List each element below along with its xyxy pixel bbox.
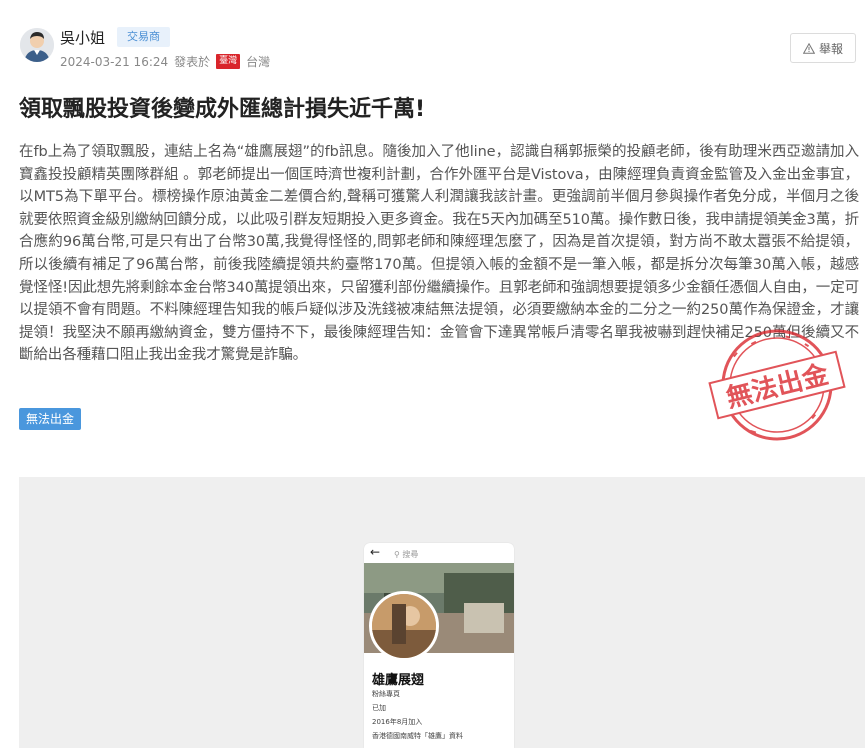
post-meta: 2024-03-21 16:24 發表於 臺灣 台灣 bbox=[60, 53, 270, 70]
profile-picture bbox=[369, 591, 439, 661]
region-flag-icon: 臺灣 bbox=[216, 54, 241, 69]
warning-icon bbox=[802, 42, 815, 54]
back-arrow-icon: ← bbox=[370, 545, 381, 559]
search-label: 搜尋 bbox=[402, 550, 419, 559]
profile-line: 2016年8月加入 bbox=[372, 718, 423, 726]
user-avatar-icon bbox=[20, 28, 54, 62]
post-date: 2024-03-21 16:24 bbox=[60, 54, 169, 69]
profile-photo bbox=[372, 594, 436, 658]
profile-name: 雄鷹展翅 bbox=[372, 673, 425, 688]
profile-line: 香港德國南威特「雄鷹」資料 bbox=[372, 732, 463, 740]
post-header: 吳小姐 交易商 2024-03-21 16:24 發表於 臺灣 台灣 舉報 bbox=[0, 0, 865, 80]
region-label: 台灣 bbox=[246, 55, 271, 69]
screenshot-search: ⚲ 搜尋 bbox=[394, 549, 418, 560]
search-icon: ⚲ bbox=[394, 550, 400, 559]
profile-line: 已加 bbox=[372, 704, 386, 712]
tag-no-withdrawal[interactable]: 無法出金 bbox=[19, 408, 82, 430]
author-name[interactable]: 吳小姐 bbox=[60, 27, 105, 48]
avatar[interactable] bbox=[20, 28, 54, 62]
role-badge: 交易商 bbox=[117, 27, 170, 47]
screenshot-top-bar: ← ⚲ 搜尋 bbox=[364, 543, 514, 563]
post-body: 在fb上為了領取飄股，連結上名為“雄鷹展翅”的fb訊息。隨後加入了他line，認… bbox=[19, 144, 859, 364]
post-title: 領取飄股投資後變成外匯總計損失近千萬! bbox=[19, 97, 426, 122]
report-button[interactable]: 舉報 bbox=[790, 33, 856, 63]
posted-in-label: 發表於 bbox=[174, 55, 211, 69]
profile-screenshot[interactable]: ← ⚲ 搜尋 雄鷹展翅 粉絲專頁 已加 2016年8月加入 香港德國南威特「雄鷹… bbox=[364, 543, 514, 748]
report-label: 舉報 bbox=[818, 41, 843, 56]
profile-line: 粉絲專頁 bbox=[372, 690, 400, 698]
